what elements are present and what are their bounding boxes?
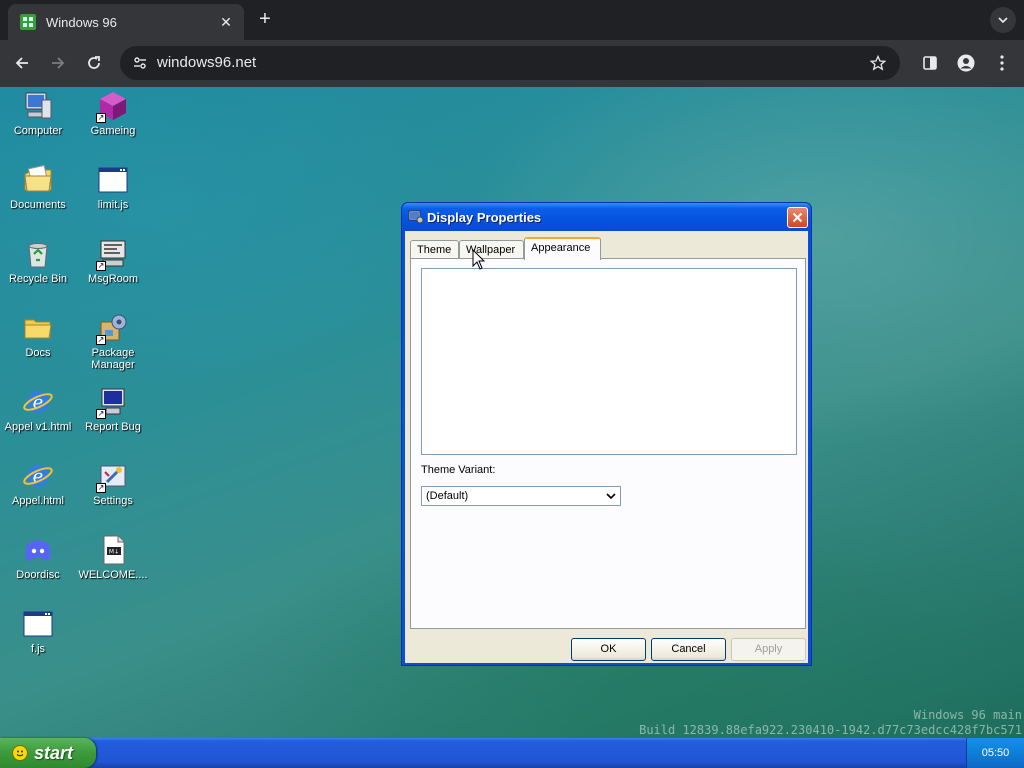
browser-tab-title: Windows 96 bbox=[46, 14, 117, 30]
browser-menu-icon[interactable] bbox=[990, 51, 1014, 75]
desktop-icon-gameing[interactable]: ↗ Gameing bbox=[76, 89, 150, 137]
theme-variant-value: (Default) bbox=[426, 490, 469, 502]
window-file-icon bbox=[96, 163, 130, 197]
shortcut-arrow-icon: ↗ bbox=[96, 483, 106, 493]
window-titlebar[interactable]: Display Properties bbox=[402, 203, 811, 231]
shortcut-arrow-icon: ↗ bbox=[96, 113, 106, 123]
discord-icon bbox=[21, 533, 55, 567]
new-tab-icon[interactable]: + bbox=[254, 9, 276, 31]
bookmark-star-icon[interactable] bbox=[866, 51, 890, 75]
back-icon[interactable] bbox=[10, 51, 34, 75]
desktop-icon-label: Package Manager bbox=[91, 347, 135, 371]
msgroom-icon: ↗ bbox=[96, 237, 130, 271]
site-info-icon[interactable] bbox=[128, 51, 152, 75]
desktop-icon-label: limit.js bbox=[97, 199, 129, 211]
desktop-icon-docs[interactable]: Docs bbox=[1, 311, 75, 359]
folder-icon bbox=[21, 311, 55, 345]
close-window-button[interactable] bbox=[787, 207, 808, 228]
start-button[interactable]: start bbox=[0, 738, 96, 768]
desktop-icon-label: Docs bbox=[25, 347, 51, 359]
theme-variant-select[interactable]: (Default) bbox=[421, 486, 621, 506]
desktop-icon-welcome[interactable]: M↓ WELCOME.... bbox=[76, 533, 150, 581]
desktop-icon-label: Recycle Bin bbox=[8, 273, 68, 285]
window-client-area: Theme Wallpaper Appearance Theme Variant… bbox=[405, 231, 808, 663]
desktop-icon-label: Gameing bbox=[90, 125, 136, 137]
appearance-panel: Theme Variant: (Default) bbox=[410, 258, 806, 629]
smiley-icon bbox=[12, 745, 28, 761]
shortcut-arrow-icon: ↗ bbox=[96, 261, 106, 271]
reload-icon[interactable] bbox=[82, 51, 106, 75]
browser-tabstrip: Windows 96 ✕ + bbox=[0, 0, 1024, 40]
tab-theme[interactable]: Theme bbox=[410, 240, 459, 260]
documents-icon bbox=[21, 163, 55, 197]
settings-icon: ↗ bbox=[96, 459, 130, 493]
start-label: start bbox=[34, 742, 74, 763]
ie-icon: e bbox=[21, 385, 55, 419]
chevron-down-icon bbox=[605, 490, 617, 502]
desktop-icon-appel-v1[interactable]: e Appel v1.html bbox=[1, 385, 75, 433]
cancel-button[interactable]: Cancel bbox=[651, 638, 726, 661]
report-bug-icon: ↗ bbox=[96, 385, 130, 419]
profile-icon[interactable] bbox=[954, 51, 978, 75]
shortcut-arrow-icon: ↗ bbox=[96, 409, 106, 419]
close-tab-icon[interactable]: ✕ bbox=[216, 12, 236, 32]
desktop-icon-settings[interactable]: ↗ Settings bbox=[76, 459, 150, 507]
theme-variant-label: Theme Variant: bbox=[421, 464, 496, 476]
desktop-icon-label: WELCOME.... bbox=[78, 569, 148, 581]
forward-icon[interactable] bbox=[46, 51, 70, 75]
display-properties-window: Display Properties Theme Wallpaper Appea… bbox=[401, 202, 812, 666]
desktop-icon-limit-js[interactable]: limit.js bbox=[76, 163, 150, 211]
window-file-icon bbox=[21, 607, 55, 641]
desktop-icon-doordisc[interactable]: Doordisc bbox=[1, 533, 75, 581]
desktop-icon-label: Appel v1.html bbox=[4, 421, 72, 433]
clock[interactable]: 05:50 bbox=[982, 747, 1010, 759]
browser-toolbar: windows96.net bbox=[0, 40, 1024, 87]
desktop-icon-report-bug[interactable]: ↗ Report Bug bbox=[76, 385, 150, 433]
cube-icon: ↗ bbox=[96, 89, 130, 123]
shortcut-arrow-icon: ↗ bbox=[96, 335, 106, 345]
tab-appearance[interactable]: Appearance bbox=[524, 237, 601, 260]
side-panel-icon[interactable] bbox=[918, 51, 942, 75]
build-watermark-line1: Windows 96 main bbox=[913, 708, 1022, 722]
build-watermark-line2: Build 12839.88efa922.230410-1942.d77c73e… bbox=[639, 723, 1022, 737]
recycle-bin-icon bbox=[21, 237, 55, 271]
desktop-icon-label: f.js bbox=[30, 643, 46, 655]
desktop-icon-label: Documents bbox=[10, 199, 66, 211]
display-properties-icon bbox=[408, 209, 424, 225]
desktop-icon-label: Computer bbox=[13, 125, 63, 137]
desktop-icon-computer[interactable]: Computer bbox=[1, 89, 75, 137]
ie-icon: e bbox=[21, 459, 55, 493]
markdown-file-icon: M↓ bbox=[96, 533, 130, 567]
desktop-icon-documents[interactable]: Documents bbox=[1, 163, 75, 211]
desktop-icon-recycle-bin[interactable]: Recycle Bin bbox=[1, 237, 75, 285]
address-bar[interactable]: windows96.net bbox=[120, 46, 900, 80]
svg-text:M↓: M↓ bbox=[109, 549, 119, 556]
ok-button[interactable]: OK bbox=[571, 638, 646, 661]
desktop-icon-f-js[interactable]: f.js bbox=[1, 607, 75, 655]
tab-search-icon[interactable] bbox=[990, 7, 1016, 33]
desktop-icon-label: Doordisc bbox=[16, 569, 60, 581]
desktop-icon-label: Report Bug bbox=[85, 421, 141, 433]
desktop-icon-label: Settings bbox=[93, 495, 133, 507]
desktop-icon-label: MsgRoom bbox=[87, 273, 139, 285]
taskbar: start 05:50 bbox=[0, 738, 1024, 768]
browser-tab[interactable]: Windows 96 ✕ bbox=[8, 4, 244, 40]
window-title: Display Properties bbox=[427, 210, 542, 225]
windows96-favicon-icon bbox=[20, 14, 36, 30]
mouse-cursor-icon bbox=[472, 248, 486, 271]
system-tray: 05:50 bbox=[966, 738, 1024, 768]
desktop-icon-package-manager[interactable]: ↗ Package Manager bbox=[76, 311, 150, 371]
theme-preview-box bbox=[421, 268, 797, 455]
desktop-icon-appel[interactable]: e Appel.html bbox=[1, 459, 75, 507]
tab-wallpaper[interactable]: Wallpaper bbox=[459, 240, 524, 260]
url-text: windows96.net bbox=[157, 54, 257, 71]
computer-icon bbox=[21, 89, 55, 123]
apply-button[interactable]: Apply bbox=[731, 638, 806, 661]
desktop-icon-msgroom[interactable]: ↗ MsgRoom bbox=[76, 237, 150, 285]
desktop-icon-label: Appel.html bbox=[12, 495, 64, 507]
package-manager-icon: ↗ bbox=[96, 311, 130, 345]
